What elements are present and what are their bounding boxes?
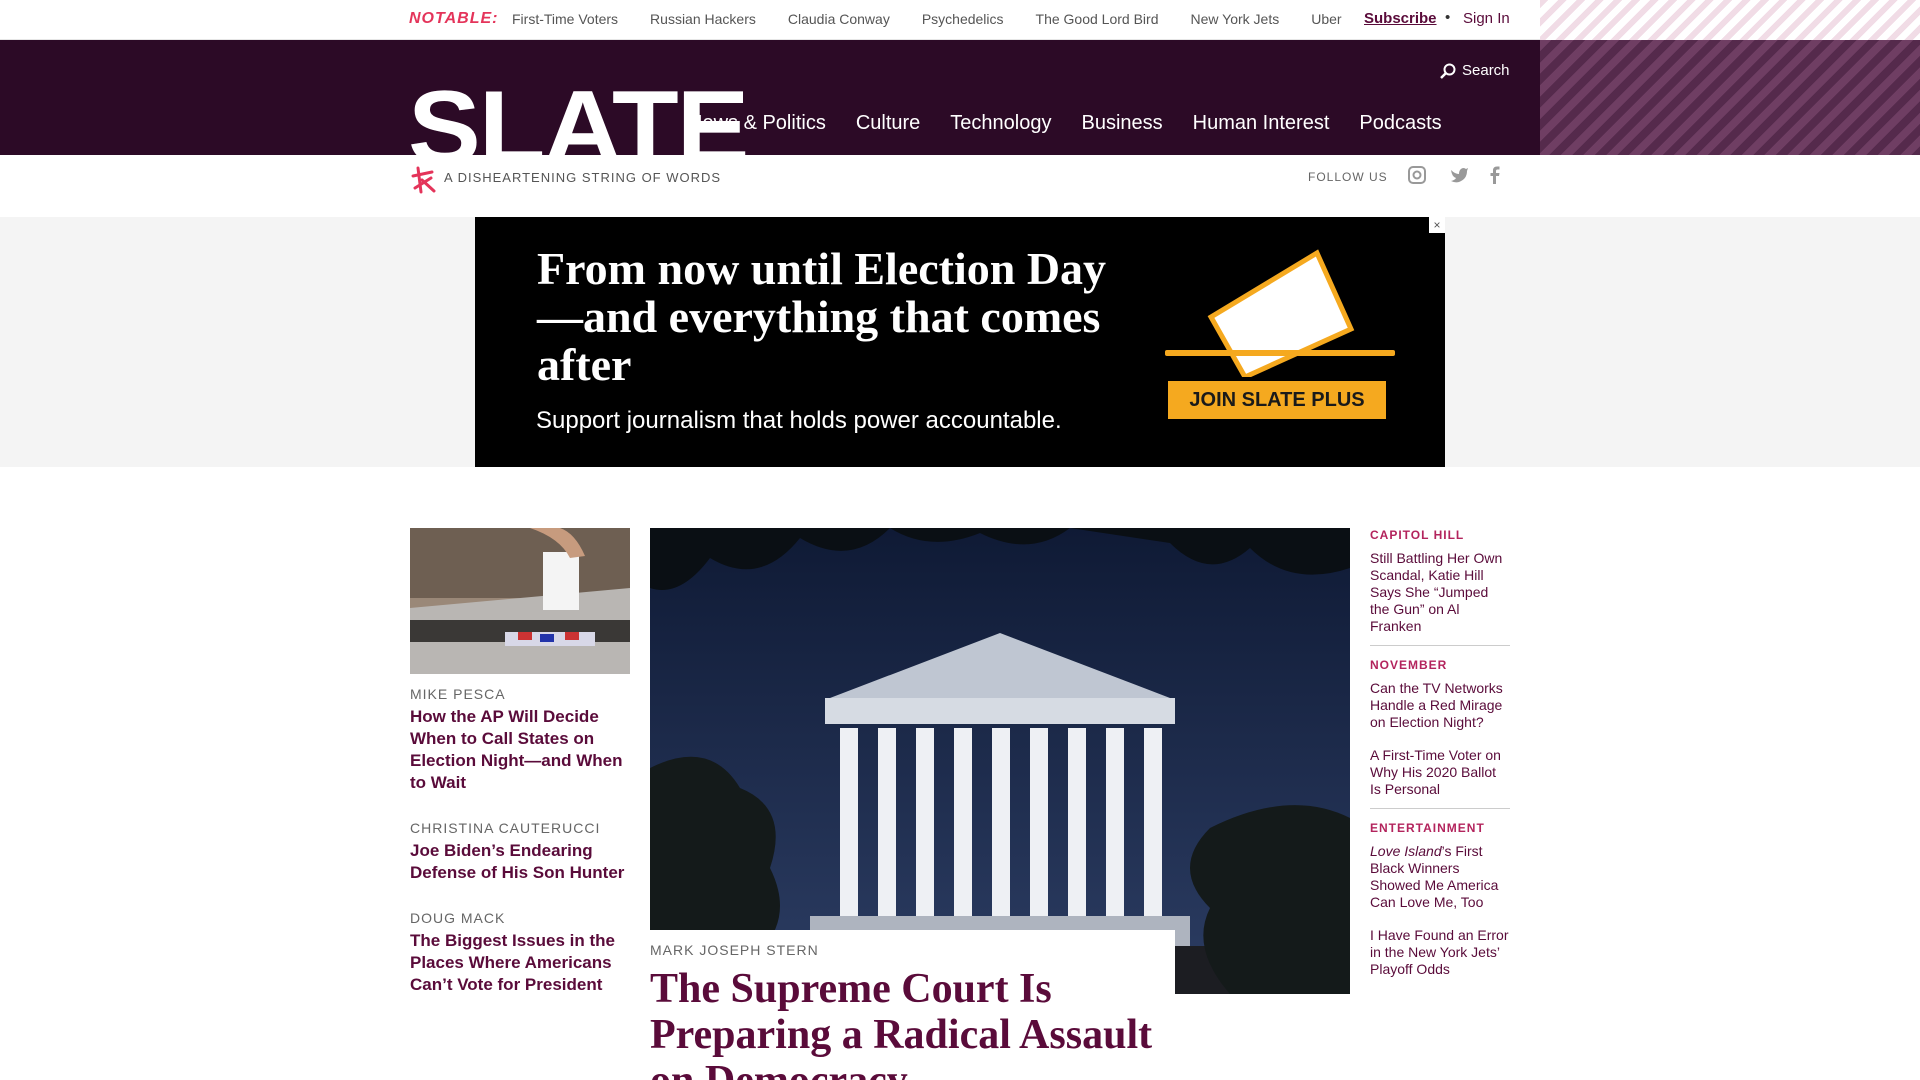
slate-plus-ad[interactable]: From now until Election Day—and everythi… <box>475 217 1445 467</box>
tagline: A DISHEARTENING STRING OF WORDS <box>444 170 722 185</box>
story-card[interactable]: Doug Mack The Biggest Issues in the Plac… <box>410 910 630 996</box>
rail-headline[interactable]: A First-Time Voter on Why His 2020 Ballo… <box>1370 747 1510 798</box>
story-headline[interactable]: How the AP Will Decide When to Call Stat… <box>410 706 630 794</box>
hero-byline[interactable]: MARK JOSEPH STERN <box>650 942 1175 958</box>
notable-link-claudia-conway[interactable]: Claudia Conway <box>788 11 890 27</box>
main-nav: News & Politics Culture Technology Busin… <box>688 112 1442 135</box>
nav-culture[interactable]: Culture <box>856 112 920 135</box>
instagram-icon[interactable] <box>1407 165 1427 185</box>
story-byline[interactable]: Mike Pesca <box>410 686 630 702</box>
rail-headline[interactable]: Still Battling Her Own Scandal, Katie Hi… <box>1370 550 1510 635</box>
section-label-entertainment[interactable]: ENTERTAINMENT <box>1370 821 1510 835</box>
facebook-icon[interactable] <box>1487 165 1501 185</box>
notable-link-uber[interactable]: Uber <box>1311 11 1341 27</box>
notable-link-russian-hackers[interactable]: Russian Hackers <box>650 11 756 27</box>
section-label-november[interactable]: NOVEMBER <box>1370 658 1510 672</box>
story-byline[interactable]: Doug Mack <box>410 910 630 926</box>
story-byline[interactable]: Christina Cauterucci <box>410 820 630 836</box>
ballot-box-icon <box>1165 249 1395 377</box>
subscribe-link[interactable]: Subscribe <box>1364 10 1437 27</box>
ballot-photo[interactable] <box>410 528 630 674</box>
notable-label: NOTABLE: <box>409 10 499 27</box>
nav-news-politics[interactable]: News & Politics <box>688 112 826 135</box>
divider <box>1370 808 1510 809</box>
twitter-icon[interactable] <box>1449 165 1469 185</box>
decorative-stripes <box>1540 40 1920 155</box>
search-icon <box>1440 63 1456 79</box>
tagline-row: A DISHEARTENING STRING OF WORDS FOLLOW U… <box>0 155 1920 217</box>
sign-in-link[interactable]: Sign In <box>1463 10 1510 27</box>
site-header: SLATE News & Politics Culture Technology… <box>0 40 1920 156</box>
story-headline[interactable]: Joe Biden’s Endearing Defense of His Son… <box>410 840 630 884</box>
right-rail: CAPITOL HILL Still Battling Her Own Scan… <box>1370 528 1510 978</box>
nav-podcasts[interactable]: Podcasts <box>1359 112 1441 135</box>
join-slate-plus-button[interactable]: JOIN SLATE PLUS <box>1168 381 1386 419</box>
story-card[interactable]: Christina Cauterucci Joe Biden’s Endeari… <box>410 820 630 884</box>
search-button[interactable]: Search <box>1440 62 1510 79</box>
nav-business[interactable]: Business <box>1081 112 1162 135</box>
rail-headline[interactable]: Can the TV Networks Handle a Red Mirage … <box>1370 680 1510 731</box>
notable-link-good-lord-bird[interactable]: The Good Lord Bird <box>1036 11 1159 27</box>
hero-headline[interactable]: The Supreme Court Is Preparing a Radical… <box>650 966 1175 1080</box>
rail-headline[interactable]: I Have Found an Error in the New York Je… <box>1370 927 1510 978</box>
story-headline[interactable]: The Biggest Issues in the Places Where A… <box>410 930 630 996</box>
separator-dot: • <box>1445 9 1451 26</box>
rail-headline[interactable]: Love Island’s First Black Winners Showed… <box>1370 843 1510 911</box>
notable-link-first-time-voters[interactable]: First-Time Voters <box>512 11 618 27</box>
search-label: Search <box>1462 62 1510 79</box>
notable-link-psychedelics[interactable]: Psychedelics <box>922 11 1004 27</box>
left-stories: Mike Pesca How the AP Will Decide When t… <box>410 528 630 996</box>
hero-image[interactable] <box>650 528 1350 994</box>
notable-bar: NOTABLE: First-Time Voters Russian Hacke… <box>0 0 1920 155</box>
story-card[interactable]: Mike Pesca How the AP Will Decide When t… <box>410 686 630 794</box>
show-title: Love Island <box>1370 843 1442 859</box>
section-label-capitol-hill[interactable]: CAPITOL HILL <box>1370 528 1510 542</box>
nav-technology[interactable]: Technology <box>950 112 1051 135</box>
notable-links: First-Time Voters Russian Hackers Claudi… <box>512 11 1342 27</box>
ad-headline: From now until Election Day—and everythi… <box>537 243 1107 390</box>
pinwheel-icon <box>411 166 436 194</box>
divider <box>1370 645 1510 646</box>
ad-subline: Support journalism that holds power acco… <box>536 407 1062 434</box>
follow-us-label: FOLLOW US <box>1308 170 1388 184</box>
close-icon[interactable]: × <box>1429 217 1445 233</box>
notable-link-new-york-jets[interactable]: New York Jets <box>1191 11 1280 27</box>
ad-band: From now until Election Day—and everythi… <box>0 217 1920 467</box>
nav-human-interest[interactable]: Human Interest <box>1193 112 1330 135</box>
hero-story[interactable]: MARK JOSEPH STERN The Supreme Court Is P… <box>650 930 1175 1080</box>
